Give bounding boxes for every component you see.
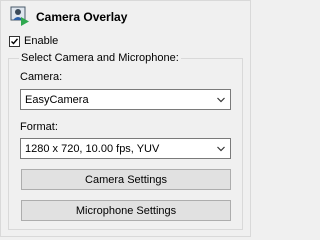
format-label: Format: bbox=[20, 121, 58, 133]
camera-settings-button[interactable]: Camera Settings bbox=[21, 169, 231, 190]
panel-title: Camera Overlay bbox=[36, 10, 128, 24]
format-select-value: 1280 x 720, 10.00 fps, YUV bbox=[25, 142, 160, 155]
chevron-down-icon bbox=[217, 97, 225, 103]
format-select[interactable]: 1280 x 720, 10.00 fps, YUV bbox=[20, 138, 231, 159]
camera-overlay-panel: Camera Overlay Enable Select Camera and … bbox=[0, 0, 251, 237]
group-legend: Select Camera and Microphone: bbox=[19, 52, 181, 64]
checkmark-icon bbox=[11, 37, 19, 45]
enable-checkbox[interactable] bbox=[9, 35, 20, 47]
camera-microphone-group: Select Camera and Microphone: Camera: Ea… bbox=[8, 52, 243, 230]
camera-overlay-icon bbox=[10, 6, 30, 29]
enable-label: Enable bbox=[24, 35, 59, 47]
panel-header: Camera Overlay bbox=[10, 6, 127, 28]
camera-label: Camera: bbox=[20, 71, 63, 83]
camera-select[interactable]: EasyCamera bbox=[20, 89, 231, 110]
microphone-settings-button[interactable]: Microphone Settings bbox=[21, 200, 231, 221]
enable-checkbox-row[interactable]: Enable bbox=[9, 34, 58, 48]
camera-select-value: EasyCamera bbox=[25, 93, 89, 106]
chevron-down-icon bbox=[217, 146, 225, 152]
